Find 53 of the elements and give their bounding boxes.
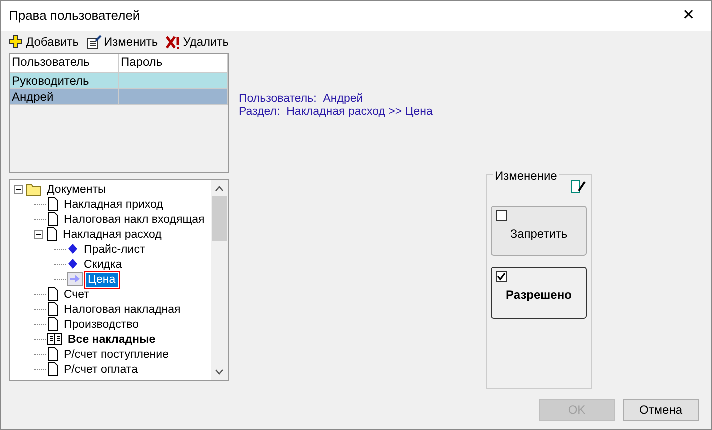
document-icon — [47, 287, 59, 302]
table-cell: Руководитель — [10, 73, 119, 88]
tree-item[interactable]: Скидка — [82, 258, 124, 272]
document-icon — [46, 227, 58, 242]
plus-icon — [9, 34, 24, 50]
tree-item[interactable]: Все накладные — [66, 332, 158, 346]
tree-item[interactable]: Счет — [62, 288, 92, 302]
scrollbar[interactable] — [211, 180, 228, 380]
edit-button[interactable]: Изменить — [87, 33, 158, 51]
tree-item[interactable]: Производство — [62, 318, 141, 332]
info-text: Пользователь: Андрей — [239, 93, 364, 106]
book-icon — [47, 332, 63, 347]
table-row[interactable]: Андрей — [10, 89, 228, 105]
tree-item[interactable]: Прайс-лист — [82, 242, 148, 256]
window-title: Права пользователей — [9, 7, 140, 26]
add-button[interactable]: Добавить — [9, 33, 80, 51]
column-header[interactable]: Пользователь — [10, 54, 119, 72]
table-cell: Андрей — [10, 89, 119, 104]
document-icon — [47, 302, 59, 317]
toggle-option-button[interactable]: Разрешено — [491, 267, 587, 319]
table-row[interactable]: Руководитель — [10, 73, 228, 89]
tree-item[interactable]: Налоговая накладная — [62, 302, 183, 316]
document-icon — [47, 362, 59, 377]
collapse-icon[interactable] — [34, 230, 43, 239]
dialog-button[interactable]: Отмена — [623, 399, 699, 421]
tree-item[interactable]: Цена — [86, 272, 118, 286]
tree-item[interactable]: Накладная приход — [62, 198, 166, 212]
close-button[interactable]: ✕ — [667, 1, 711, 31]
tree-item[interactable]: Р/счет поступление — [62, 348, 171, 362]
option-label: Запретить — [509, 226, 569, 243]
document-icon — [47, 212, 59, 227]
scrollbar-thumb[interactable] — [212, 196, 227, 241]
scroll-up-icon[interactable] — [215, 186, 224, 192]
toggle-option-button[interactable]: Запретить — [491, 206, 587, 256]
tree-item[interactable]: Документы — [45, 182, 108, 196]
checkbox[interactable] — [496, 271, 507, 282]
scroll-down-icon[interactable] — [215, 369, 224, 375]
notepad-pencil-icon — [571, 179, 587, 195]
tree-item[interactable]: Р/счет оплата — [62, 362, 140, 376]
column-header[interactable]: Пароль — [119, 54, 228, 72]
folder-icon — [26, 182, 42, 197]
delete-button[interactable]: Удалить — [166, 33, 230, 51]
cross-exclamation-icon — [166, 34, 182, 50]
option-label: Разрешено — [505, 287, 573, 304]
tree-item[interactable]: Налоговая накл входящая — [62, 212, 207, 226]
collapse-icon[interactable] — [14, 185, 23, 194]
document-icon — [47, 317, 59, 332]
document-icon — [47, 197, 59, 212]
info-text: Раздел: Накладная расход >> Цена — [239, 106, 434, 119]
notepad-pencil-icon — [87, 34, 102, 50]
document-icon — [47, 347, 59, 362]
tree-item[interactable]: Накладная расход — [61, 228, 164, 242]
checkbox[interactable] — [496, 210, 507, 221]
